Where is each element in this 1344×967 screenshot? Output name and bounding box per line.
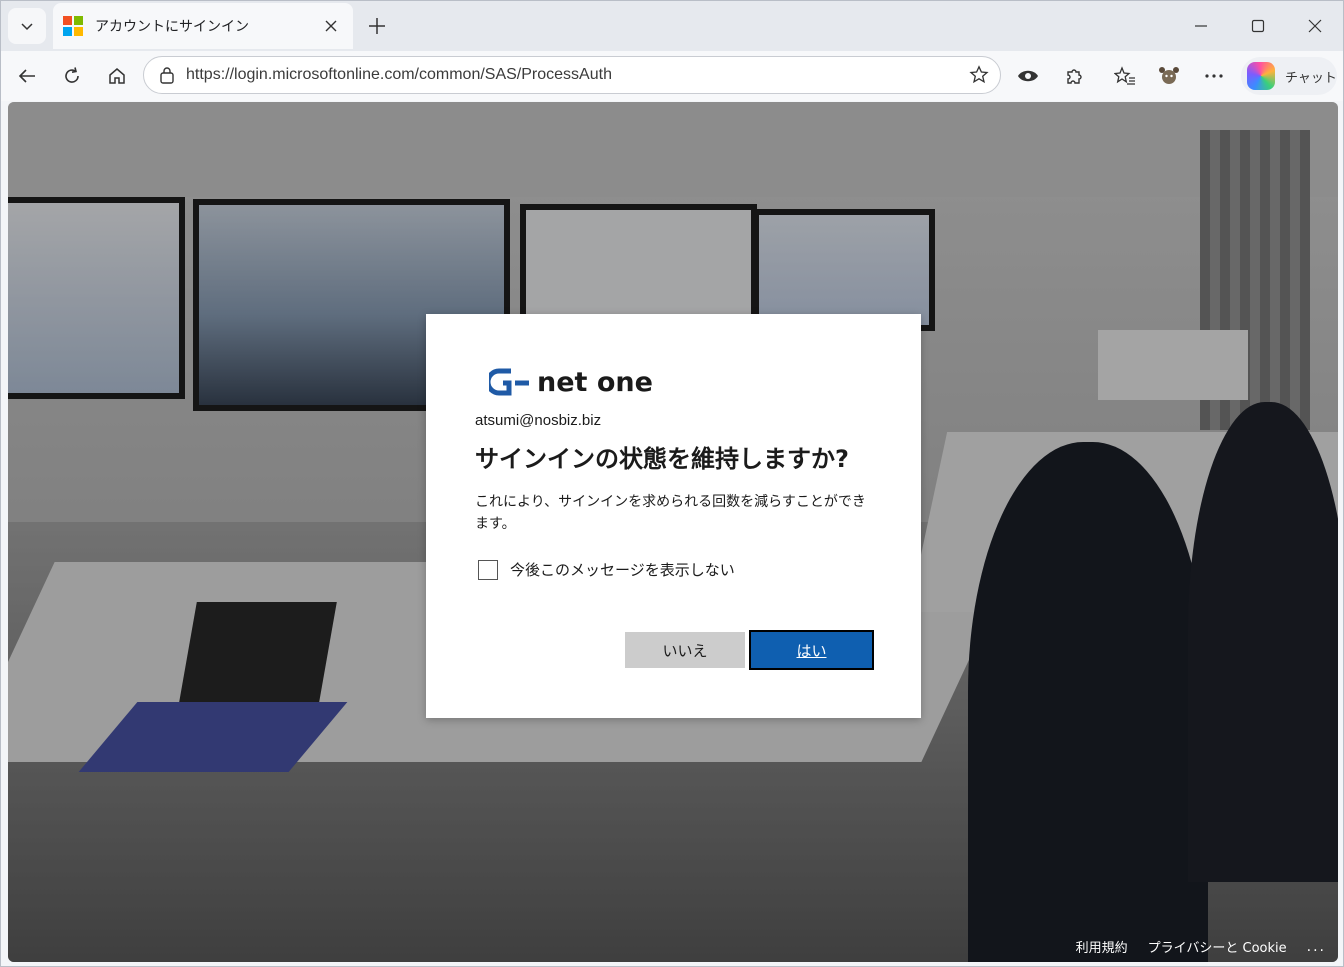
refresh-button[interactable] [55,60,89,92]
footer-more-button[interactable]: ... [1307,939,1326,955]
dont-show-again-checkbox[interactable] [478,559,498,580]
dialog-description: これにより、サインインを求められる回数を減らすことができます。 [475,494,866,532]
chevron-down-icon [21,23,33,31]
puzzle-icon [1067,69,1082,84]
close-icon [325,20,337,32]
lock-icon [160,67,174,84]
page-footer: 利用規約 プライバシーと Cookie ... [1076,937,1326,957]
extensions-button[interactable] [1058,60,1090,92]
tab-title: アカウントにサインイン [95,19,249,35]
url-text[interactable]: https://login.microsoftonline.com/common… [180,66,964,84]
minimize-icon [1194,25,1207,27]
profile-avatar-icon [1159,67,1179,84]
tab-strip: アカウントにサインイン [1,1,1343,51]
page-viewport: net one atsumi@nosbiz.biz サインインの状態を維持します… [8,102,1338,962]
refresh-icon [65,67,79,83]
browser-toolbar: https://login.microsoftonline.com/common… [1,51,1343,101]
tab-close-button[interactable] [319,14,343,38]
dont-show-again-label[interactable]: 今後このメッセージを表示しない [510,559,735,580]
new-tab-button[interactable] [363,12,391,40]
plus-icon [369,18,385,34]
dialog-title: サインインの状態を維持しますか? [475,445,849,473]
brand-logo-text: net one [537,366,653,398]
terms-link[interactable]: 利用規約 [1076,937,1128,956]
browser-window: アカウントにサインイン https://login.microsoftonlin… [0,0,1344,967]
more-menu-button[interactable] [1198,60,1230,92]
netone-logo-icon [489,368,529,396]
address-bar[interactable]: https://login.microsoftonline.com/common… [143,56,1001,94]
privacy-link[interactable]: プライバシーと Cookie [1148,937,1287,956]
arrow-left-icon [18,69,35,83]
yes-button[interactable]: はい [749,630,874,670]
copilot-icon [1247,62,1275,90]
favorites-button[interactable] [1109,60,1141,92]
site-info-button[interactable] [154,66,180,84]
dialog-buttons: いいえ はい [625,630,874,670]
minimize-button[interactable] [1172,1,1229,51]
profile-button[interactable] [1153,60,1185,92]
favorites-list-icon [1114,66,1135,85]
stay-signed-in-dialog: net one atsumi@nosbiz.biz サインインの状態を維持します… [426,314,921,718]
star-icon [969,65,989,84]
window-controls [1172,1,1343,51]
home-icon [109,68,125,84]
no-button[interactable]: いいえ [625,632,745,668]
eye-shield-icon [1018,70,1038,82]
copilot-label: チャット [1285,70,1337,86]
favorite-button[interactable] [964,65,994,85]
maximize-button[interactable] [1229,1,1286,51]
close-icon [1308,19,1321,33]
brand-logo: net one [489,362,873,402]
account-email: atsumi@nosbiz.biz [475,412,602,429]
microsoft-logo-icon [63,16,83,36]
more-horizontal-icon [1205,74,1223,78]
copilot-button[interactable]: チャット [1241,57,1337,95]
dont-show-again-row[interactable]: 今後このメッセージを表示しない [475,559,873,580]
tab-actions-button[interactable] [8,8,46,44]
maximize-icon [1251,19,1264,33]
tracking-prevention-button[interactable] [1012,60,1044,92]
window-close-button[interactable] [1286,1,1343,51]
home-button[interactable] [100,60,134,92]
back-button[interactable] [10,60,44,92]
tab-active[interactable]: アカウントにサインイン [53,3,353,49]
